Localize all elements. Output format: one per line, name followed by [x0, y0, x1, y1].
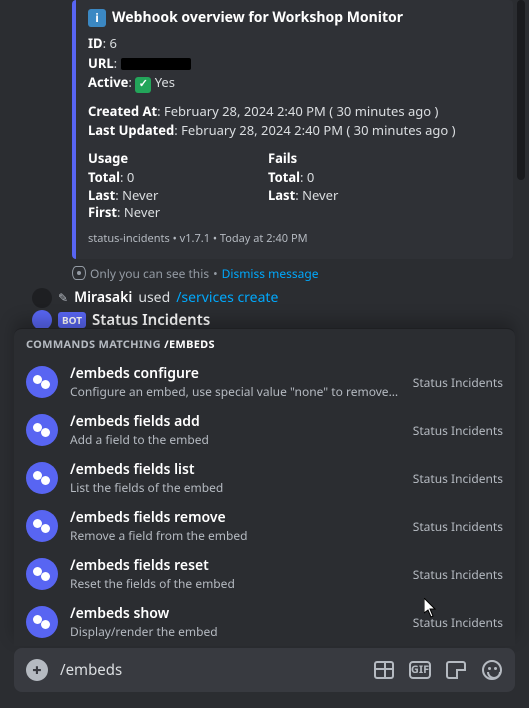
bot-tag: BOT: [58, 312, 86, 328]
bot-app-icon: [26, 366, 58, 398]
command-desc: Configure an embed, use special value "n…: [70, 383, 401, 400]
autocomplete-item[interactable]: /embeds fields listList the fields of th…: [14, 454, 515, 502]
id-label: ID: [88, 34, 103, 52]
embed-footer: status-incidentsv1.7.1Today at 2:40 PM: [88, 232, 497, 247]
emoji-icon[interactable]: [481, 659, 503, 681]
bot-message-header: BOT Status Incidents: [32, 310, 513, 330]
bot-name[interactable]: Status Incidents: [92, 310, 210, 330]
sticker-icon[interactable]: [445, 659, 467, 681]
updated-rel: ( 30 minutes ago ): [346, 121, 455, 139]
command-name: /embeds fields remove: [70, 508, 401, 527]
info-icon: i: [88, 9, 106, 27]
fails-column: Fails Total: 0 Last: Never: [268, 150, 408, 222]
command-name: /embeds fields add: [70, 412, 401, 431]
usage-column: Usage Total: 0 Last: Never First: Never: [88, 150, 228, 222]
pencil-icon: ✎: [58, 289, 68, 306]
command-name: /embeds fields reset: [70, 556, 401, 575]
bot-app-icon: [26, 510, 58, 542]
ephemeral-text: Only you can see this: [90, 265, 209, 282]
message-input-bar: + /embeds GIF: [14, 648, 515, 692]
scrollbar-thumb[interactable]: [517, 0, 525, 180]
dismiss-link[interactable]: Dismiss message: [222, 265, 319, 282]
embed-title: i Webhook overview for Workshop Monitor: [88, 8, 497, 27]
command-source: Status Incidents: [413, 566, 503, 583]
updated-value: February 28, 2024 2:40 PM: [181, 121, 343, 139]
ephemeral-notice: Only you can see this • Dismiss message: [72, 265, 513, 282]
command-source: Status Incidents: [413, 518, 503, 535]
autocomplete-item[interactable]: /embeds configureConfigure an embed, use…: [14, 358, 515, 406]
fails-title: Fails: [268, 150, 408, 168]
command-name: /embeds show: [70, 604, 401, 623]
url-label: URL: [88, 54, 114, 72]
embed-title-text: Webhook overview for Workshop Monitor: [112, 8, 403, 27]
command-source: Status Incidents: [413, 422, 503, 439]
autocomplete-item[interactable]: /embeds fields addAdd a field to the emb…: [14, 406, 515, 454]
command-desc: Remove a field from the embed: [70, 527, 401, 544]
command-autocomplete: COMMANDS MATCHING /embeds /embeds config…: [14, 328, 515, 646]
command-source: Status Incidents: [413, 614, 503, 631]
command-source: Status Incidents: [413, 470, 503, 487]
active-label: Active: [88, 73, 128, 91]
command-desc: Add a field to the embed: [70, 431, 401, 448]
bot-app-icon: [26, 414, 58, 446]
gift-icon[interactable]: [373, 659, 395, 681]
created-rel: ( 30 minutes ago ): [329, 102, 438, 120]
autocomplete-item[interactable]: /embeds fields removeRemove a field from…: [14, 502, 515, 550]
created-value: February 28, 2024 2:40 PM: [164, 102, 326, 120]
message-input[interactable]: /embeds: [60, 660, 361, 680]
avatar: [32, 288, 52, 308]
command-name: /embeds configure: [70, 364, 401, 383]
active-value: Yes: [155, 73, 175, 91]
eye-icon: [72, 266, 86, 280]
command-desc: Display/render the embed: [70, 623, 401, 640]
command-desc: List the fields of the embed: [70, 479, 401, 496]
bot-avatar: [32, 310, 52, 330]
autocomplete-header: COMMANDS MATCHING /embeds: [14, 329, 515, 358]
updated-label: Last Updated: [88, 121, 174, 139]
command-used-line: ✎ Mirasaki used /services create: [32, 288, 513, 308]
check-icon: ✓: [135, 77, 151, 93]
webhook-embed: i Webhook overview for Workshop Monitor …: [72, 0, 513, 259]
command-source: Status Incidents: [413, 374, 503, 391]
bot-app-icon: [26, 462, 58, 494]
bot-app-icon: [26, 558, 58, 590]
bot-app-icon: [26, 606, 58, 638]
reply-command[interactable]: /services create: [176, 288, 278, 307]
gif-button[interactable]: GIF: [409, 661, 431, 679]
autocomplete-item[interactable]: /embeds showDisplay/render the embed Stat…: [14, 598, 515, 646]
url-redacted: [121, 58, 191, 70]
usage-title: Usage: [88, 150, 228, 168]
reply-user[interactable]: Mirasaki: [74, 288, 132, 307]
attach-button[interactable]: +: [26, 659, 48, 681]
command-name: /embeds fields list: [70, 460, 401, 479]
autocomplete-item[interactable]: /embeds fields resetReset the fields of …: [14, 550, 515, 598]
command-desc: Reset the fields of the embed: [70, 575, 401, 592]
id-value: 6: [109, 34, 116, 52]
created-label: Created At: [88, 102, 157, 120]
